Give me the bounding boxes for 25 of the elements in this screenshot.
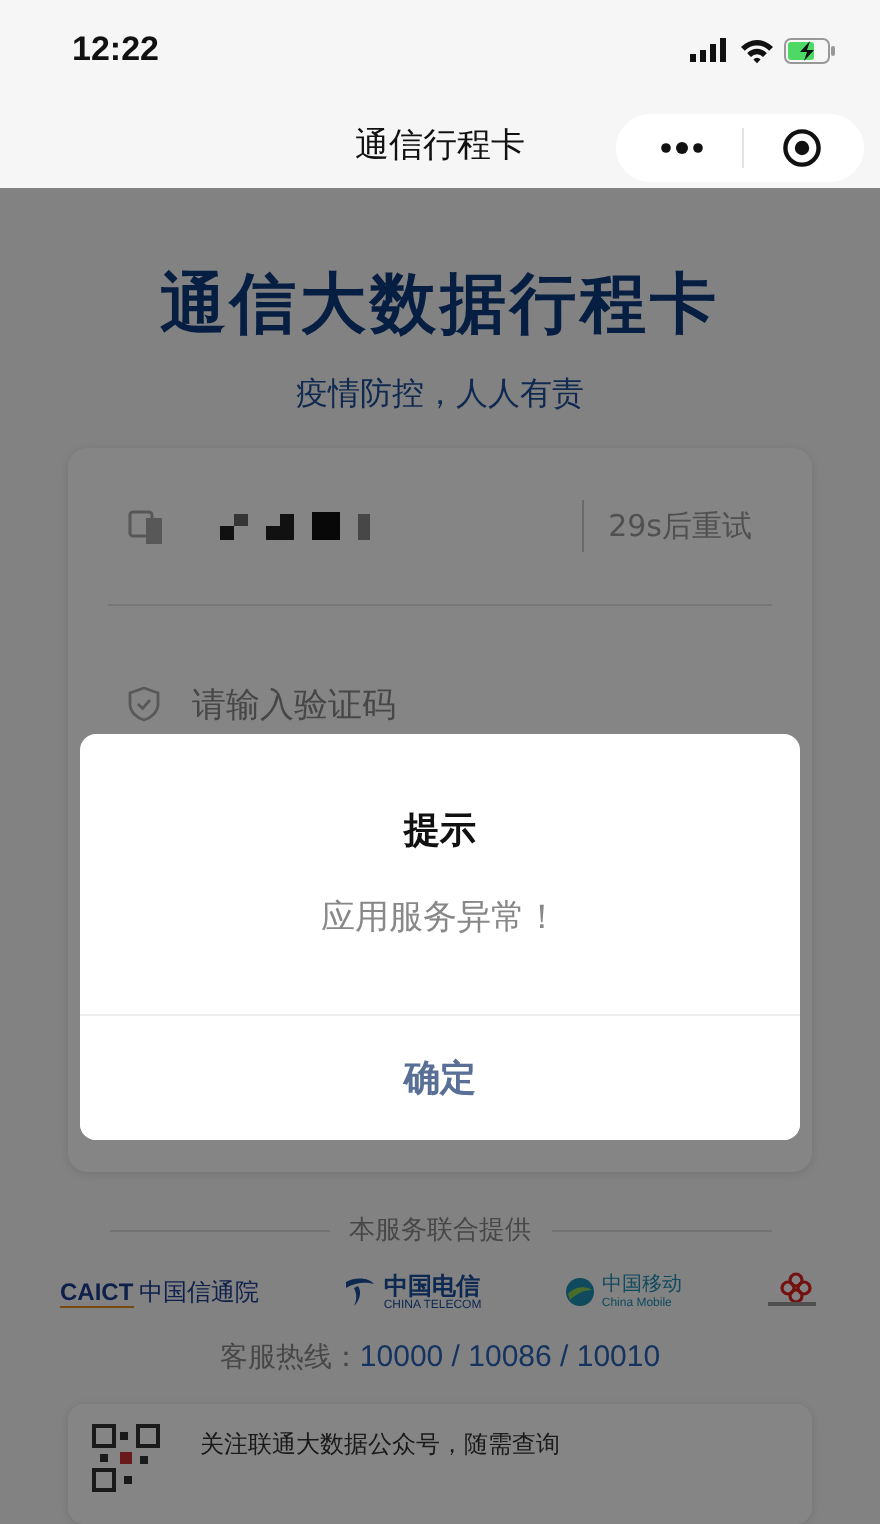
- provider-name: 中国信通院: [139, 1275, 260, 1309]
- page-heading: 通信大数据行程卡: [160, 262, 720, 346]
- more-icon[interactable]: [659, 141, 703, 154]
- close-icon[interactable]: [781, 127, 821, 168]
- page-slogan: 疫情防控，人人有责: [296, 374, 584, 416]
- hotline-label: 客服热线：: [219, 1342, 360, 1374]
- wifi-icon: [740, 37, 774, 64]
- battery-charging-icon: [784, 37, 836, 64]
- unicom-logo-icon: [764, 1272, 820, 1312]
- verification-code-field[interactable]: 请输入验证码: [192, 686, 632, 726]
- nav-title: 通信行程卡: [355, 123, 525, 168]
- status-time: 12:22: [72, 30, 159, 71]
- follow-prompt: 关注联通大数据公众号，随需查询: [200, 1428, 560, 1462]
- dialog-message: 应用服务异常！: [321, 896, 559, 940]
- telecom-logo-icon: [341, 1276, 378, 1308]
- mobile-logo-icon: [563, 1276, 596, 1308]
- shield-icon: [128, 686, 160, 722]
- qr-code-icon: [92, 1424, 160, 1492]
- signal-icon: [690, 38, 730, 63]
- caict-logo-mark: CAICT: [60, 1277, 134, 1307]
- providers-caption: 本服务联合提供: [349, 1214, 531, 1248]
- provider-name: 中国移动: [601, 1275, 682, 1295]
- dialog-title: 提示: [404, 808, 476, 854]
- hotline-numbers[interactable]: 10000 / 10086 / 10010: [359, 1340, 661, 1374]
- provider-name: 中国电信: [383, 1273, 480, 1297]
